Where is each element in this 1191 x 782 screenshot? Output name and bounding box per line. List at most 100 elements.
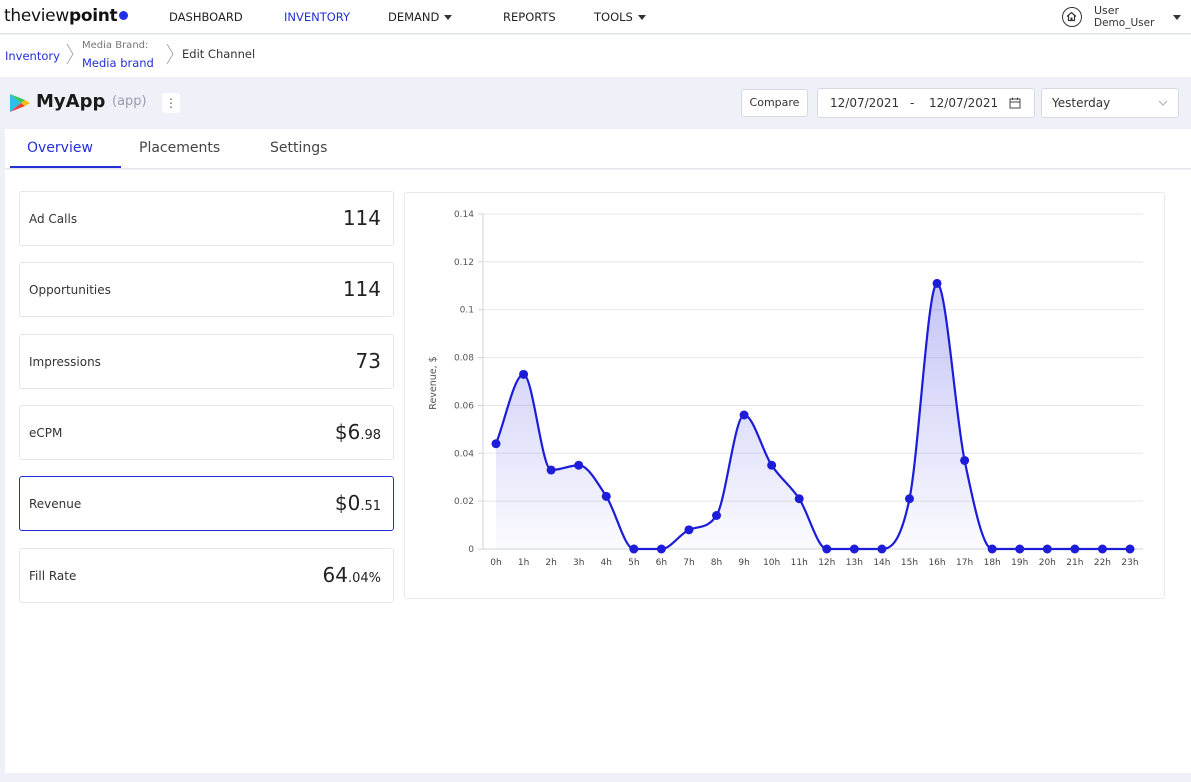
metric-card-impressions[interactable]: Impressions 73 — [19, 334, 394, 389]
nav-inventory-label: INVENTORY — [284, 10, 351, 24]
data-point[interactable] — [1070, 544, 1080, 554]
metric-value-main: $0 — [334, 491, 361, 515]
metric-card-fill-rate[interactable]: Fill Rate 64.04% — [19, 548, 394, 603]
nav-tools[interactable]: TOOLS — [594, 10, 646, 24]
data-point[interactable] — [960, 455, 970, 465]
data-point[interactable] — [794, 494, 804, 504]
metric-label: Opportunities — [29, 283, 111, 297]
x-tick-label: 9h — [738, 558, 749, 568]
y-tick-label: 0.12 — [454, 258, 474, 268]
y-axis-label: Revenue, $ — [428, 356, 439, 409]
logo-text-point: point — [68, 6, 118, 26]
data-point[interactable] — [932, 278, 942, 288]
breadcrumb-inventory[interactable]: Inventory — [5, 49, 60, 63]
nav-demand[interactable]: DEMAND — [388, 10, 453, 24]
data-point[interactable] — [877, 544, 887, 554]
logo-dot-icon — [119, 11, 129, 20]
user-name: Demo_User — [1094, 17, 1155, 29]
data-point[interactable] — [601, 491, 611, 501]
google-play-icon — [10, 94, 30, 112]
x-tick-label: 3h — [573, 558, 584, 568]
period-select[interactable]: Yesterday — [1041, 88, 1179, 118]
compare-button[interactable]: Compare — [741, 89, 808, 117]
data-point[interactable] — [849, 544, 859, 554]
nav-demand-label: DEMAND — [388, 10, 440, 24]
breadcrumb-brand-caption: Media Brand: — [82, 40, 149, 51]
metric-value-main: 114 — [342, 206, 381, 230]
data-point[interactable] — [546, 465, 556, 475]
nav-inventory[interactable]: INVENTORY — [284, 10, 350, 24]
data-point[interactable] — [712, 511, 722, 520]
date-separator: - — [910, 96, 915, 110]
user-label: User — [1094, 4, 1120, 17]
metric-label: Impressions — [29, 355, 101, 369]
tab-placements[interactable]: Placements — [139, 140, 220, 156]
x-tick-label: 4h — [601, 558, 612, 568]
user-menu[interactable]: User Demo_User — [1062, 4, 1187, 32]
data-point[interactable] — [491, 439, 501, 449]
metric-card-revenue[interactable]: Revenue $0.51 — [19, 476, 394, 531]
more-options-button[interactable]: ⋮ — [162, 93, 180, 113]
x-tick-label: 6h — [656, 558, 667, 568]
y-tick-label: 0.08 — [454, 354, 474, 364]
metric-label: eCPM — [29, 426, 63, 440]
metric-value: 114 — [343, 206, 381, 230]
data-point[interactable] — [629, 544, 639, 554]
breadcrumb-current: Edit Channel — [182, 47, 256, 61]
nav-dashboard[interactable]: DASHBOARD — [169, 10, 243, 24]
data-point[interactable] — [739, 410, 749, 420]
data-point[interactable] — [574, 460, 584, 470]
breadcrumb: Inventory Media Brand: Media brand Edit … — [0, 35, 1191, 77]
x-tick-label: 23h — [1121, 558, 1138, 568]
x-tick-label: 0h — [490, 558, 501, 568]
x-tick-label: 15h — [901, 558, 918, 568]
date-range-picker[interactable]: 12/07/2021 - 12/07/2021 — [817, 88, 1035, 118]
more-vertical-icon: ⋮ — [165, 96, 177, 110]
data-point[interactable] — [767, 460, 777, 470]
calendar-icon — [1009, 97, 1021, 109]
tab-overview[interactable]: Overview — [27, 140, 93, 156]
metric-value: 114 — [343, 277, 381, 301]
revenue-area — [496, 283, 1130, 549]
metric-card-ad-calls[interactable]: Ad Calls 114 — [19, 191, 394, 246]
metric-card-opportunities[interactable]: Opportunities 114 — [19, 262, 394, 317]
data-point[interactable] — [1015, 544, 1025, 554]
logo[interactable]: theviewpoint — [4, 6, 129, 26]
y-tick-label: 0.02 — [454, 497, 474, 507]
data-point[interactable] — [822, 544, 832, 554]
metric-value: $6.98 — [335, 420, 381, 444]
data-point[interactable] — [987, 544, 997, 554]
metric-value: $0.51 — [335, 491, 381, 515]
metric-card-ecpm[interactable]: eCPM $6.98 — [19, 405, 394, 460]
chevron-down-icon — [1158, 100, 1168, 106]
x-tick-label: 19h — [1011, 558, 1028, 568]
chevron-down-icon — [1173, 15, 1181, 20]
x-tick-label: 1h — [518, 558, 529, 568]
x-tick-label: 11h — [791, 558, 808, 568]
tab-settings[interactable]: Settings — [270, 140, 327, 156]
metric-value: 64.04% — [323, 563, 381, 587]
nav-reports[interactable]: REPORTS — [503, 10, 556, 24]
app-title: MyApp — [36, 91, 106, 112]
data-point[interactable] — [1097, 544, 1107, 554]
metric-value-sub: .98 — [360, 428, 381, 443]
home-icon — [1062, 7, 1082, 27]
logo-text-the: the — [4, 6, 31, 26]
breadcrumb-media-brand[interactable]: Media brand — [82, 56, 154, 70]
date-to: 12/07/2021 — [929, 96, 999, 110]
data-point[interactable] — [684, 525, 694, 535]
x-tick-label: 12h — [818, 558, 835, 568]
app-header: MyApp (app) ⋮ Compare 12/07/2021 - 12/07… — [0, 77, 1191, 129]
data-point[interactable] — [656, 544, 666, 554]
x-tick-label: 8h — [711, 558, 722, 568]
y-tick-label: 0.1 — [460, 306, 474, 316]
y-tick-label: 0.14 — [454, 210, 474, 220]
data-point[interactable] — [904, 494, 914, 504]
x-tick-label: 5h — [628, 558, 639, 568]
x-tick-label: 10h — [763, 558, 780, 568]
data-point[interactable] — [1125, 544, 1135, 554]
data-point[interactable] — [519, 369, 529, 379]
x-tick-label: 22h — [1094, 558, 1111, 568]
chevron-right-icon — [166, 43, 174, 65]
data-point[interactable] — [1042, 544, 1052, 554]
